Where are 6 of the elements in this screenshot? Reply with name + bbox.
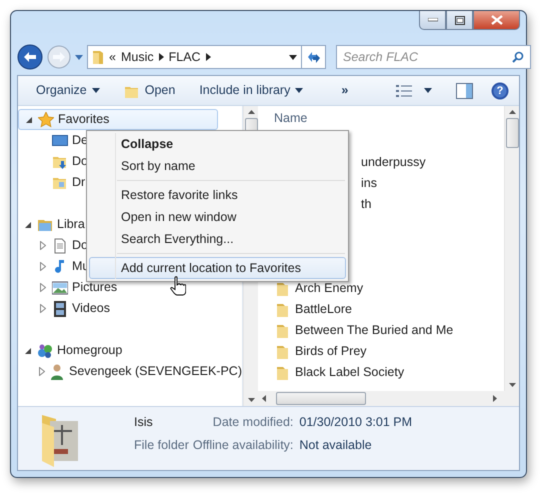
property-value: Not available bbox=[299, 436, 373, 454]
property-label: Date modified: bbox=[212, 414, 294, 431]
property-label: Offline availability: bbox=[192, 436, 294, 454]
item-name: Isis bbox=[134, 414, 154, 431]
item-type: File folder bbox=[134, 436, 189, 454]
property-value: 01/30/2010 3:01 PM bbox=[299, 414, 412, 431]
